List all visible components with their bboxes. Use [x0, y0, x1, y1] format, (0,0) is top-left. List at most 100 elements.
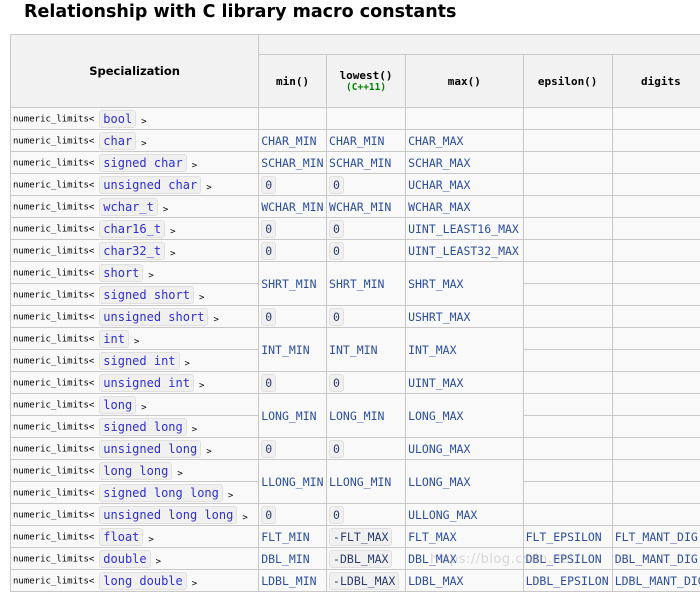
macro-link[interactable]: SCHAR_MIN	[261, 156, 323, 170]
macro-constants-table: Specialization min() lowest() (C++11) ma…	[10, 34, 700, 592]
macro-link[interactable]: USHRT_MAX	[408, 310, 470, 324]
type-link[interactable]: wchar_t	[99, 198, 158, 216]
macro-link[interactable]: FLT_MIN	[261, 530, 309, 544]
numeric-limits-prefix[interactable]: numeric_limits<	[13, 422, 94, 432]
macro-link[interactable]: FLT_EPSILON	[526, 530, 602, 544]
macro-link[interactable]: CHAR_MAX	[408, 134, 463, 148]
type-link[interactable]: unsigned long	[99, 440, 201, 458]
numeric-limits-prefix[interactable]: numeric_limits<	[13, 158, 94, 168]
macro-link[interactable]: SCHAR_MAX	[408, 156, 470, 170]
macro-link[interactable]: WCHAR_MIN	[261, 200, 323, 214]
macro-link[interactable]: LLONG_MIN	[261, 475, 323, 489]
macro-link[interactable]: CHAR_MIN	[329, 134, 384, 148]
type-link[interactable]: bool	[99, 110, 136, 128]
specialization-cell: numeric_limits<unsigned char>	[11, 174, 259, 196]
numeric-limits-prefix[interactable]: numeric_limits<	[13, 466, 94, 476]
lowest-cell: SHRT_MIN	[327, 262, 406, 306]
macro-link[interactable]: LLONG_MAX	[408, 475, 470, 489]
macro-link[interactable]: INT_MIN	[329, 343, 377, 357]
type-link[interactable]: signed int	[99, 352, 179, 370]
digits-cell	[612, 108, 700, 130]
macro-link[interactable]: UINT_LEAST16_MAX	[408, 222, 519, 236]
macro-link[interactable]: SCHAR_MIN	[329, 156, 391, 170]
type-link[interactable]: unsigned char	[99, 176, 201, 194]
macro-link[interactable]: ULONG_MAX	[408, 442, 470, 456]
macro-link[interactable]: LONG_MIN	[329, 409, 384, 423]
macro-link[interactable]: DBL_MANT_DIG	[615, 552, 698, 566]
type-link[interactable]: long double	[99, 572, 186, 590]
min-cell: 0	[259, 504, 327, 526]
macro-link[interactable]: UINT_MAX	[408, 376, 463, 390]
macro-link[interactable]: INT_MIN	[261, 343, 309, 357]
numeric-limits-prefix[interactable]: numeric_limits<	[13, 224, 94, 234]
numeric-limits-prefix[interactable]: numeric_limits<	[13, 334, 94, 344]
macro-link[interactable]: LLONG_MIN	[329, 475, 391, 489]
type-link[interactable]: long	[99, 396, 136, 414]
macro-link[interactable]: LDBL_MAX	[408, 574, 463, 588]
numeric-limits-prefix[interactable]: numeric_limits<	[13, 268, 94, 278]
macro-link[interactable]: LONG_MIN	[261, 409, 316, 423]
numeric-limits-prefix[interactable]: numeric_limits<	[13, 290, 94, 300]
macro-link[interactable]: WCHAR_MIN	[329, 200, 391, 214]
macro-link[interactable]: ULLONG_MAX	[408, 508, 477, 522]
type-link[interactable]: signed short	[99, 286, 194, 304]
numeric-limits-prefix[interactable]: numeric_limits<	[13, 532, 94, 542]
type-link[interactable]: signed long	[99, 418, 186, 436]
min-cell: CHAR_MIN	[259, 130, 327, 152]
numeric-limits-prefix[interactable]: numeric_limits<	[13, 180, 94, 190]
numeric-limits-prefix[interactable]: numeric_limits<	[13, 136, 94, 146]
type-link[interactable]: long long	[99, 462, 172, 480]
numeric-limits-prefix[interactable]: numeric_limits<	[13, 554, 94, 564]
type-link[interactable]: float	[99, 528, 143, 546]
macro-link[interactable]: CHAR_MIN	[261, 134, 316, 148]
literal-value: 0	[329, 374, 344, 392]
macro-link[interactable]: SHRT_MIN	[261, 277, 316, 291]
macro-link[interactable]: LDBL_MIN	[261, 574, 316, 588]
macro-link[interactable]: UINT_LEAST32_MAX	[408, 244, 519, 258]
table-row: numeric_limits<long double>LDBL_MIN-LDBL…	[11, 570, 700, 592]
template-close: >	[148, 535, 153, 545]
type-link[interactable]: unsigned long long	[99, 506, 237, 524]
type-link[interactable]: char16_t	[99, 220, 165, 238]
type-link[interactable]: unsigned int	[99, 374, 194, 392]
macro-link[interactable]: FLT_MANT_DIG	[615, 530, 698, 544]
numeric-limits-prefix[interactable]: numeric_limits<	[13, 400, 94, 410]
macro-link[interactable]: FLT_MAX	[408, 530, 456, 544]
numeric-limits-prefix[interactable]: numeric_limits<	[13, 356, 94, 366]
macro-link[interactable]: WCHAR_MAX	[408, 200, 470, 214]
macro-link[interactable]: SHRT_MIN	[329, 277, 384, 291]
numeric-limits-prefix[interactable]: numeric_limits<	[13, 202, 94, 212]
header-max: max()	[406, 55, 524, 108]
header-specialization: Specialization	[11, 35, 259, 108]
numeric-limits-prefix[interactable]: numeric_limits<	[13, 312, 94, 322]
macro-link[interactable]: LDBL_EPSILON	[526, 574, 609, 588]
macro-link[interactable]: UCHAR_MAX	[408, 178, 470, 192]
type-link[interactable]: short	[99, 264, 143, 282]
numeric-limits-prefix[interactable]: numeric_limits<	[13, 488, 94, 498]
cxx11-badge[interactable]: (C++11)	[329, 82, 403, 93]
type-link[interactable]: signed long long	[99, 484, 223, 502]
numeric-limits-prefix[interactable]: numeric_limits<	[13, 378, 94, 388]
macro-link[interactable]: DBL_MIN	[261, 552, 309, 566]
type-link[interactable]: signed char	[99, 154, 186, 172]
macro-link[interactable]: DBL_EPSILON	[526, 552, 602, 566]
type-link[interactable]: int	[99, 330, 129, 348]
max-cell: UINT_MAX	[406, 372, 524, 394]
numeric-limits-prefix[interactable]: numeric_limits<	[13, 114, 94, 124]
template-close: >	[170, 249, 175, 259]
macro-link[interactable]: LDBL_MANT_DIG	[615, 574, 700, 588]
macro-link[interactable]: LONG_MAX	[408, 409, 463, 423]
numeric-limits-prefix[interactable]: numeric_limits<	[13, 246, 94, 256]
template-close: >	[228, 491, 233, 501]
macro-link[interactable]: DBL_MAX	[408, 552, 456, 566]
template-close: >	[134, 337, 139, 347]
lowest-cell: INT_MIN	[327, 328, 406, 372]
macro-link[interactable]: INT_MAX	[408, 343, 456, 357]
macro-link[interactable]: SHRT_MAX	[408, 277, 463, 291]
type-link[interactable]: double	[99, 550, 150, 568]
type-link[interactable]: unsigned short	[99, 308, 208, 326]
type-link[interactable]: char	[99, 132, 136, 150]
type-link[interactable]: char32_t	[99, 242, 165, 260]
numeric-limits-prefix[interactable]: numeric_limits<	[13, 444, 94, 454]
numeric-limits-prefix[interactable]: numeric_limits<	[13, 510, 94, 520]
